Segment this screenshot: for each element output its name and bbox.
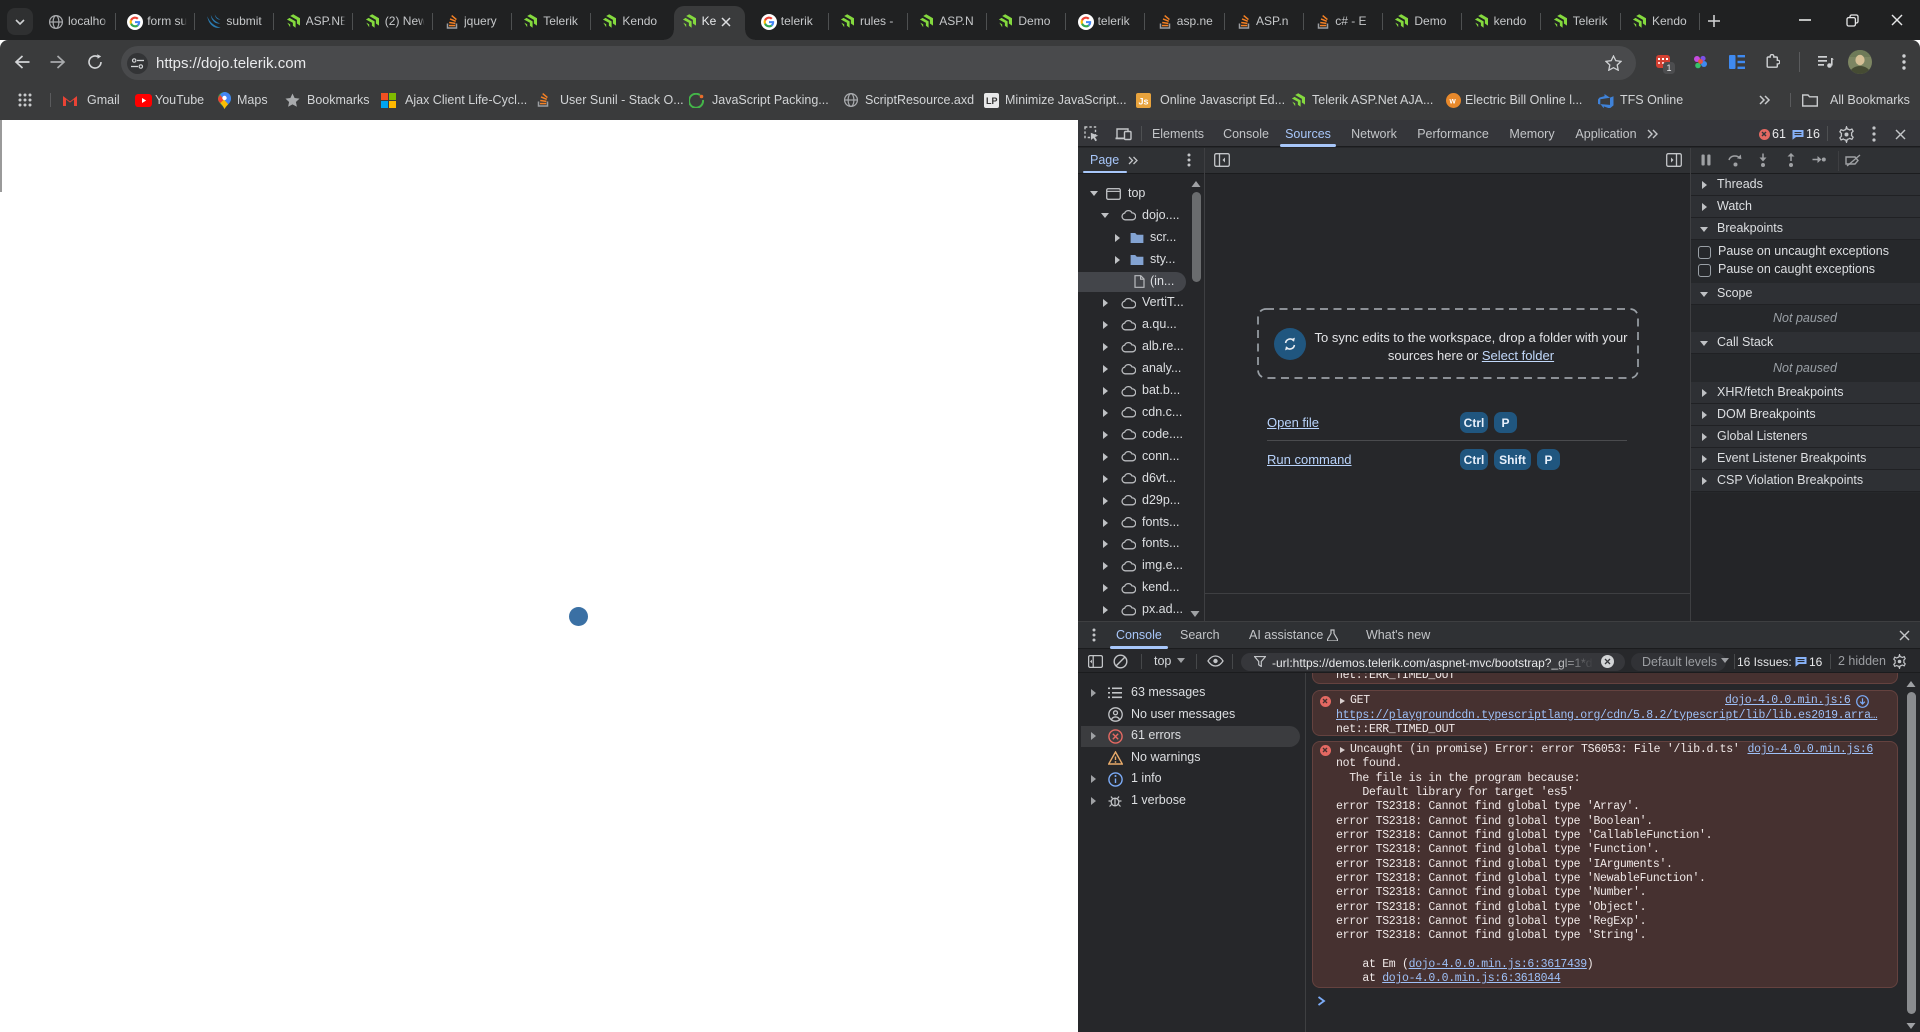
svg-text:LP: LP <box>986 96 998 106</box>
svg-text:w: w <box>1448 96 1456 105</box>
svg-text:Js: Js <box>1138 96 1148 106</box>
